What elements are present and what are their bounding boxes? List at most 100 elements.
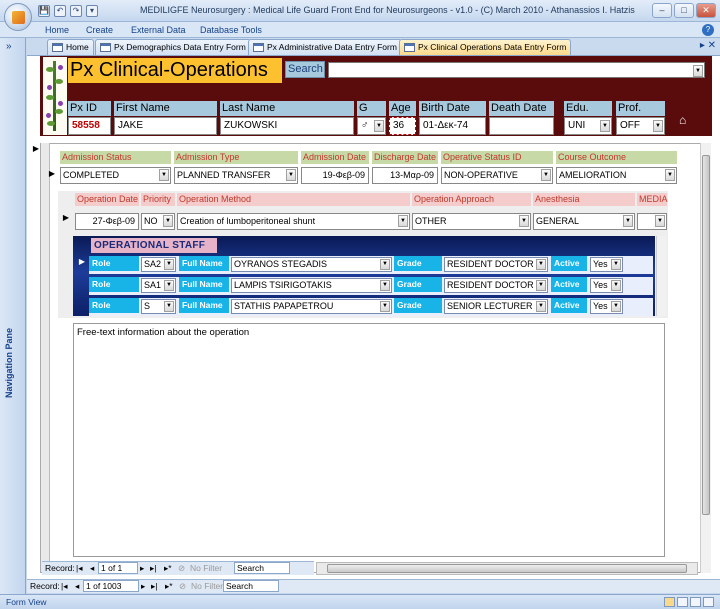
chevron-down-icon[interactable]: ▼ — [286, 169, 296, 181]
doc-tab-home[interactable]: Home — [47, 39, 94, 55]
datasheet-view-icon[interactable] — [677, 597, 688, 607]
ribbon-tab-database-tools[interactable]: Database Tools — [200, 25, 262, 35]
next-record-icon[interactable]: ▸ — [141, 580, 145, 593]
navigation-pane[interactable]: » Navigation Pane — [0, 38, 26, 594]
ribbon-tab-external-data[interactable]: External Data — [131, 25, 186, 35]
chevron-down-icon[interactable]: ▼ — [163, 215, 173, 227]
role-select[interactable]: SA2 ▼ — [141, 257, 176, 272]
chevron-down-icon[interactable]: ▼ — [536, 301, 546, 312]
death-date-field[interactable] — [489, 117, 554, 135]
chevron-down-icon[interactable]: ▼ — [541, 169, 551, 181]
operation-record-selector[interactable]: ▶ — [60, 211, 72, 225]
chevron-down-icon[interactable]: ▼ — [380, 301, 390, 312]
priority-select[interactable]: NO ▼ — [141, 213, 175, 230]
customize-toolbar-icon[interactable]: ▾ — [86, 5, 98, 17]
anesthesia-select[interactable]: GENERAL ▼ — [533, 213, 635, 230]
next-record-icon[interactable]: ▸ — [140, 562, 144, 575]
chevron-down-icon[interactable]: ▼ — [665, 169, 675, 181]
chevron-down-icon[interactable]: ▼ — [164, 301, 174, 312]
full-name-select[interactable]: LAMPIS TSIRIGOTAKIS ▼ — [231, 278, 392, 293]
chevron-down-icon[interactable]: ▼ — [164, 280, 174, 291]
chevron-down-icon[interactable]: ▼ — [519, 215, 529, 227]
chevron-down-icon[interactable]: ▼ — [600, 120, 610, 132]
first-name-field[interactable]: JAKE — [114, 117, 217, 135]
new-record-icon[interactable]: ▸* — [164, 562, 172, 575]
chevron-down-icon[interactable]: ▼ — [536, 259, 546, 270]
admission-type-select[interactable]: PLANNED TRANSFER ▼ — [174, 167, 298, 184]
main-search-box[interactable]: Search — [223, 580, 279, 592]
staff-scrollbar[interactable] — [656, 236, 666, 316]
office-button[interactable] — [4, 3, 32, 31]
operative-status-select[interactable]: NON-OPERATIVE ▼ — [441, 167, 553, 184]
previous-record-icon[interactable]: ◂ — [90, 562, 94, 575]
no-filter-button[interactable]: No Filter — [191, 580, 223, 593]
chevron-down-icon[interactable]: ▼ — [623, 215, 633, 227]
doc-tab-controls[interactable]: ▸ ✕ — [700, 40, 716, 51]
undo-icon[interactable]: ↶ — [54, 5, 66, 17]
record-position-field[interactable]: 1 of 1 — [98, 562, 138, 574]
full-name-select[interactable]: OYRANOS STEGADIS ▼ — [231, 257, 392, 272]
last-name-field[interactable]: ZUKOWSKI — [220, 117, 354, 135]
scrollbar-thumb[interactable] — [702, 155, 710, 515]
layout-view-icon[interactable] — [690, 597, 701, 607]
form-view-icon[interactable] — [664, 597, 675, 607]
chevron-down-icon[interactable]: ▼ — [611, 259, 621, 270]
no-filter-icon[interactable]: ⊘ — [178, 562, 185, 575]
minimize-button[interactable]: – — [652, 3, 672, 18]
no-filter-button[interactable]: No Filter — [190, 562, 222, 575]
chevron-down-icon[interactable]: ▼ — [536, 280, 546, 291]
gender-select[interactable]: ♂ ▼ — [357, 117, 386, 135]
last-record-icon[interactable]: ▸| — [151, 580, 157, 593]
scrollbar-thumb[interactable] — [327, 564, 687, 573]
role-select[interactable]: S ▼ — [141, 299, 176, 314]
form-vertical-scrollbar[interactable] — [700, 143, 711, 573]
chevron-down-icon[interactable]: ▼ — [653, 120, 663, 132]
operation-method-select[interactable]: Creation of lumboperitoneal shunt ▼ — [177, 213, 410, 230]
active-select[interactable]: Yes ▼ — [590, 278, 623, 293]
grade-select[interactable]: RESIDENT DOCTOR ▼ — [444, 257, 548, 272]
subform-horizontal-scrollbar[interactable] — [316, 562, 698, 575]
design-view-icon[interactable] — [703, 597, 714, 607]
record-position-field[interactable]: 1 of 1003 — [83, 580, 139, 592]
operation-approach-select[interactable]: OTHER ▼ — [412, 213, 531, 230]
birth-date-field[interactable]: 01-Δεκ-74 — [419, 117, 486, 135]
close-button[interactable]: ✕ — [696, 3, 716, 18]
grade-select[interactable]: SENIOR LECTURER ▼ — [444, 299, 548, 314]
full-name-select[interactable]: STATHIS PAPAPETROU ▼ — [231, 299, 392, 314]
search-combo[interactable]: ▼ — [328, 62, 705, 78]
chevron-down-icon[interactable]: ▼ — [159, 169, 169, 181]
chevron-down-icon[interactable]: ▼ — [611, 280, 621, 291]
course-outcome-select[interactable]: AMELIORATION ▼ — [556, 167, 677, 184]
new-record-icon[interactable]: ▸* — [165, 580, 173, 593]
last-record-icon[interactable]: ▸| — [150, 562, 156, 575]
media-select[interactable]: ▼ — [637, 213, 667, 230]
admission-date-field[interactable]: 19-Φεβ-09 — [301, 167, 369, 184]
doc-tab-administrative[interactable]: Px Administrative Data Entry Form — [248, 39, 402, 55]
no-filter-icon[interactable]: ⊘ — [179, 580, 186, 593]
operation-notes-field[interactable]: Free-text information about the operatio… — [73, 323, 665, 557]
operation-date-field[interactable]: 27-Φεβ-09 — [75, 213, 139, 230]
chevron-down-icon[interactable]: ▼ — [655, 215, 665, 227]
previous-record-icon[interactable]: ◂ — [75, 580, 79, 593]
discharge-date-field[interactable]: 13-Μαρ-09 — [372, 167, 438, 184]
main-record-selector[interactable]: ▶ — [30, 142, 42, 156]
ribbon-tab-home[interactable]: Home — [45, 25, 69, 35]
help-icon[interactable]: ? — [702, 24, 714, 36]
chevron-down-icon[interactable]: ▼ — [380, 280, 390, 291]
chevron-down-icon[interactable]: ▼ — [164, 259, 174, 270]
role-select[interactable]: SA1 ▼ — [141, 278, 176, 293]
chevron-down-icon[interactable]: ▼ — [611, 301, 621, 312]
doc-tab-demographics[interactable]: Px Demographics Data Entry Form — [95, 39, 251, 55]
staff-record-selector[interactable]: ▶ — [76, 255, 88, 269]
ribbon-tab-create[interactable]: Create — [86, 25, 113, 35]
chevron-down-icon[interactable]: ▼ — [374, 120, 384, 132]
subform-search-box[interactable]: Search — [234, 562, 290, 574]
px-id-field[interactable]: 58558 — [68, 117, 111, 135]
profession-select[interactable]: OFF ▼ — [616, 117, 665, 135]
education-select[interactable]: UNI ▼ — [564, 117, 612, 135]
chevron-down-icon[interactable]: ▼ — [380, 259, 390, 270]
grade-select[interactable]: RESIDENT DOCTOR ▼ — [444, 278, 548, 293]
maximize-button[interactable]: □ — [674, 3, 694, 18]
active-select[interactable]: Yes ▼ — [590, 257, 623, 272]
first-record-icon[interactable]: |◂ — [61, 580, 67, 593]
